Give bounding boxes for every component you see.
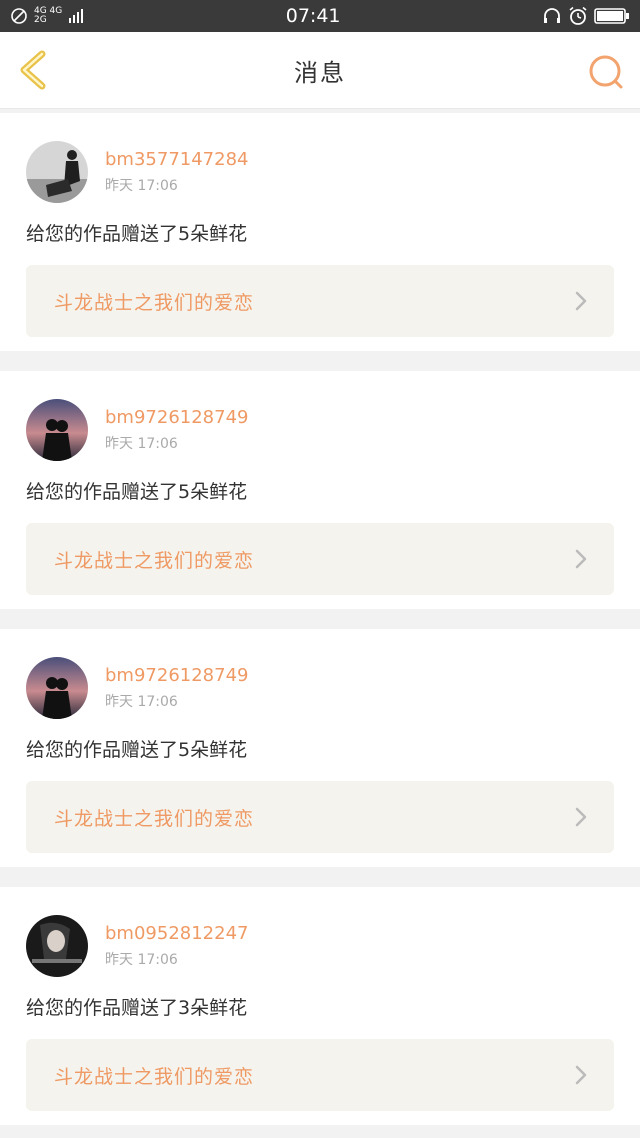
no-sim-icon [11,8,27,24]
message-text: 给您的作品赠送了5朵鲜花 [26,223,248,245]
status-bar: 4G 4G 2G 07:41 [0,0,640,32]
work-link[interactable]: 斗龙战士之我们的爱恋 [26,1039,614,1111]
avatar[interactable] [26,399,88,461]
clock: 07:41 [285,5,341,27]
chevron-right-icon [575,549,587,569]
avatar[interactable] [26,141,88,203]
search-icon [589,55,623,89]
chevron-right-icon [575,291,587,311]
chevron-left-icon [20,50,46,90]
avatar[interactable] [26,915,88,977]
timestamp: 昨天 17:06 [105,952,178,968]
signal-icon [69,9,84,23]
username[interactable]: bm9726128749 [105,665,248,686]
message-text: 给您的作品赠送了5朵鲜花 [26,739,248,761]
work-link[interactable]: 斗龙战士之我们的爱恋 [26,523,614,595]
message-card: bm9726128749 昨天 17:06 给您的作品赠送了5朵鲜花 斗龙战士之… [0,371,640,609]
timestamp: 昨天 17:06 [105,694,178,710]
username[interactable]: bm3577147284 [105,149,248,170]
timestamp: 昨天 17:06 [105,436,178,452]
username[interactable]: bm0952812247 [105,923,248,944]
message-text: 给您的作品赠送了5朵鲜花 [26,481,248,503]
message-list: bm3577147284 昨天 17:06 给您的作品赠送了5朵鲜花 斗龙战士之… [0,109,640,1125]
battery-icon [594,8,629,24]
message-card: bm0952812247 昨天 17:06 给您的作品赠送了3朵鲜花 斗龙战士之… [0,887,640,1125]
back-button[interactable] [16,50,52,90]
work-title: 斗龙战士之我们的爱恋 [54,291,255,314]
chevron-right-icon [575,1065,587,1085]
page-title: 消息 [294,58,346,87]
work-link[interactable]: 斗龙战士之我们的爱恋 [26,781,614,853]
network-indicator: 4G 4G 2G [34,6,63,25]
headphones-icon [544,8,560,23]
avatar[interactable] [26,657,88,719]
message-text: 给您的作品赠送了3朵鲜花 [26,997,248,1019]
work-title: 斗龙战士之我们的爱恋 [54,549,255,572]
work-link[interactable]: 斗龙战士之我们的爱恋 [26,265,614,337]
alarm-icon [569,6,587,25]
work-title: 斗龙战士之我们的爱恋 [54,1065,255,1088]
search-button[interactable] [586,52,626,92]
app-header: 消息 [0,32,640,109]
message-card: bm3577147284 昨天 17:06 给您的作品赠送了5朵鲜花 斗龙战士之… [0,113,640,351]
message-card: bm9726128749 昨天 17:06 给您的作品赠送了5朵鲜花 斗龙战士之… [0,629,640,867]
timestamp: 昨天 17:06 [105,178,178,194]
chevron-right-icon [575,807,587,827]
work-title: 斗龙战士之我们的爱恋 [54,807,255,830]
username[interactable]: bm9726128749 [105,407,248,428]
